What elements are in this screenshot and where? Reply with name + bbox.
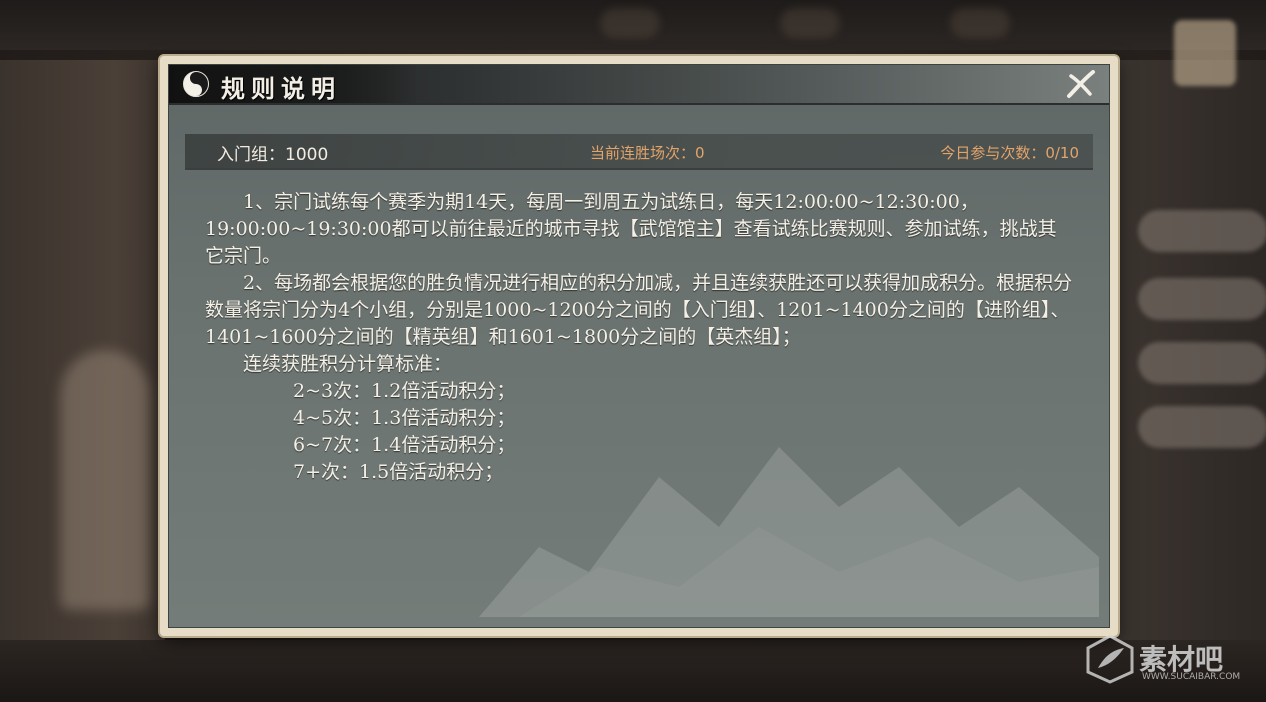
group-score-label: 入门组：1000	[217, 145, 329, 165]
background-left-scene	[0, 60, 165, 702]
background-bottom	[0, 640, 1266, 702]
background-blur-shape	[780, 8, 840, 38]
background-blur-shape	[600, 8, 660, 38]
bonus-heading: 连续获胜积分计算标准：	[243, 353, 453, 375]
rules-dialog: 规则说明 入门组：1000 当前连胜场次：0 今日参与次数：0/10 1、宗门试…	[160, 56, 1118, 636]
status-info-bar: 入门组：1000 当前连胜场次：0 今日参与次数：0/10	[185, 134, 1093, 170]
daily-participation-label: 今日参与次数：0/10	[940, 144, 1079, 162]
bonus-item: 2~3次：1.2倍活动积分；	[293, 380, 516, 402]
close-icon[interactable]	[1063, 68, 1097, 100]
background-menu-button	[1138, 342, 1266, 384]
watermark: 素材吧 WWW.SUCAIBAR.COM	[1084, 634, 1254, 688]
background-blur-shape	[950, 8, 1010, 38]
background-top-bar	[0, 0, 1266, 50]
rule-paragraph-2: 2、每场都会根据您的胜负情况进行相应的积分加减，并且连续获胜还可以获得加成积分。…	[205, 272, 1073, 348]
watermark-url: WWW.SUCAIBAR.COM	[1142, 672, 1241, 682]
win-streak-label: 当前连胜场次：0	[590, 144, 705, 162]
rules-text: 1、宗门试练每个赛季为期14天，每周一到周五为试练日，每天12:00:00~12…	[205, 189, 1075, 486]
watermark-logo-icon	[1086, 634, 1134, 684]
bonus-item: 7+次：1.5倍活动积分；	[293, 461, 504, 483]
dialog-title: 规则说明	[221, 74, 341, 103]
background-menu-button	[1138, 210, 1266, 252]
rule-paragraph-1: 1、宗门试练每个赛季为期14天，每周一到周五为试练日，每天12:00:00~12…	[205, 191, 1057, 267]
bonus-item: 4~5次：1.3倍活动积分；	[293, 407, 516, 429]
background-badge	[1174, 20, 1236, 86]
bonus-item: 6~7次：1.4倍活动积分；	[293, 434, 516, 456]
yin-yang-icon	[183, 71, 209, 97]
background-menu-button	[1138, 278, 1266, 320]
background-menu-button	[1138, 406, 1266, 448]
rules-dialog-body: 规则说明 入门组：1000 当前连胜场次：0 今日参与次数：0/10 1、宗门试…	[168, 64, 1110, 628]
dialog-title-bar: 规则说明	[169, 65, 1109, 105]
background-character	[60, 350, 150, 610]
background-right-scene	[1118, 20, 1266, 702]
